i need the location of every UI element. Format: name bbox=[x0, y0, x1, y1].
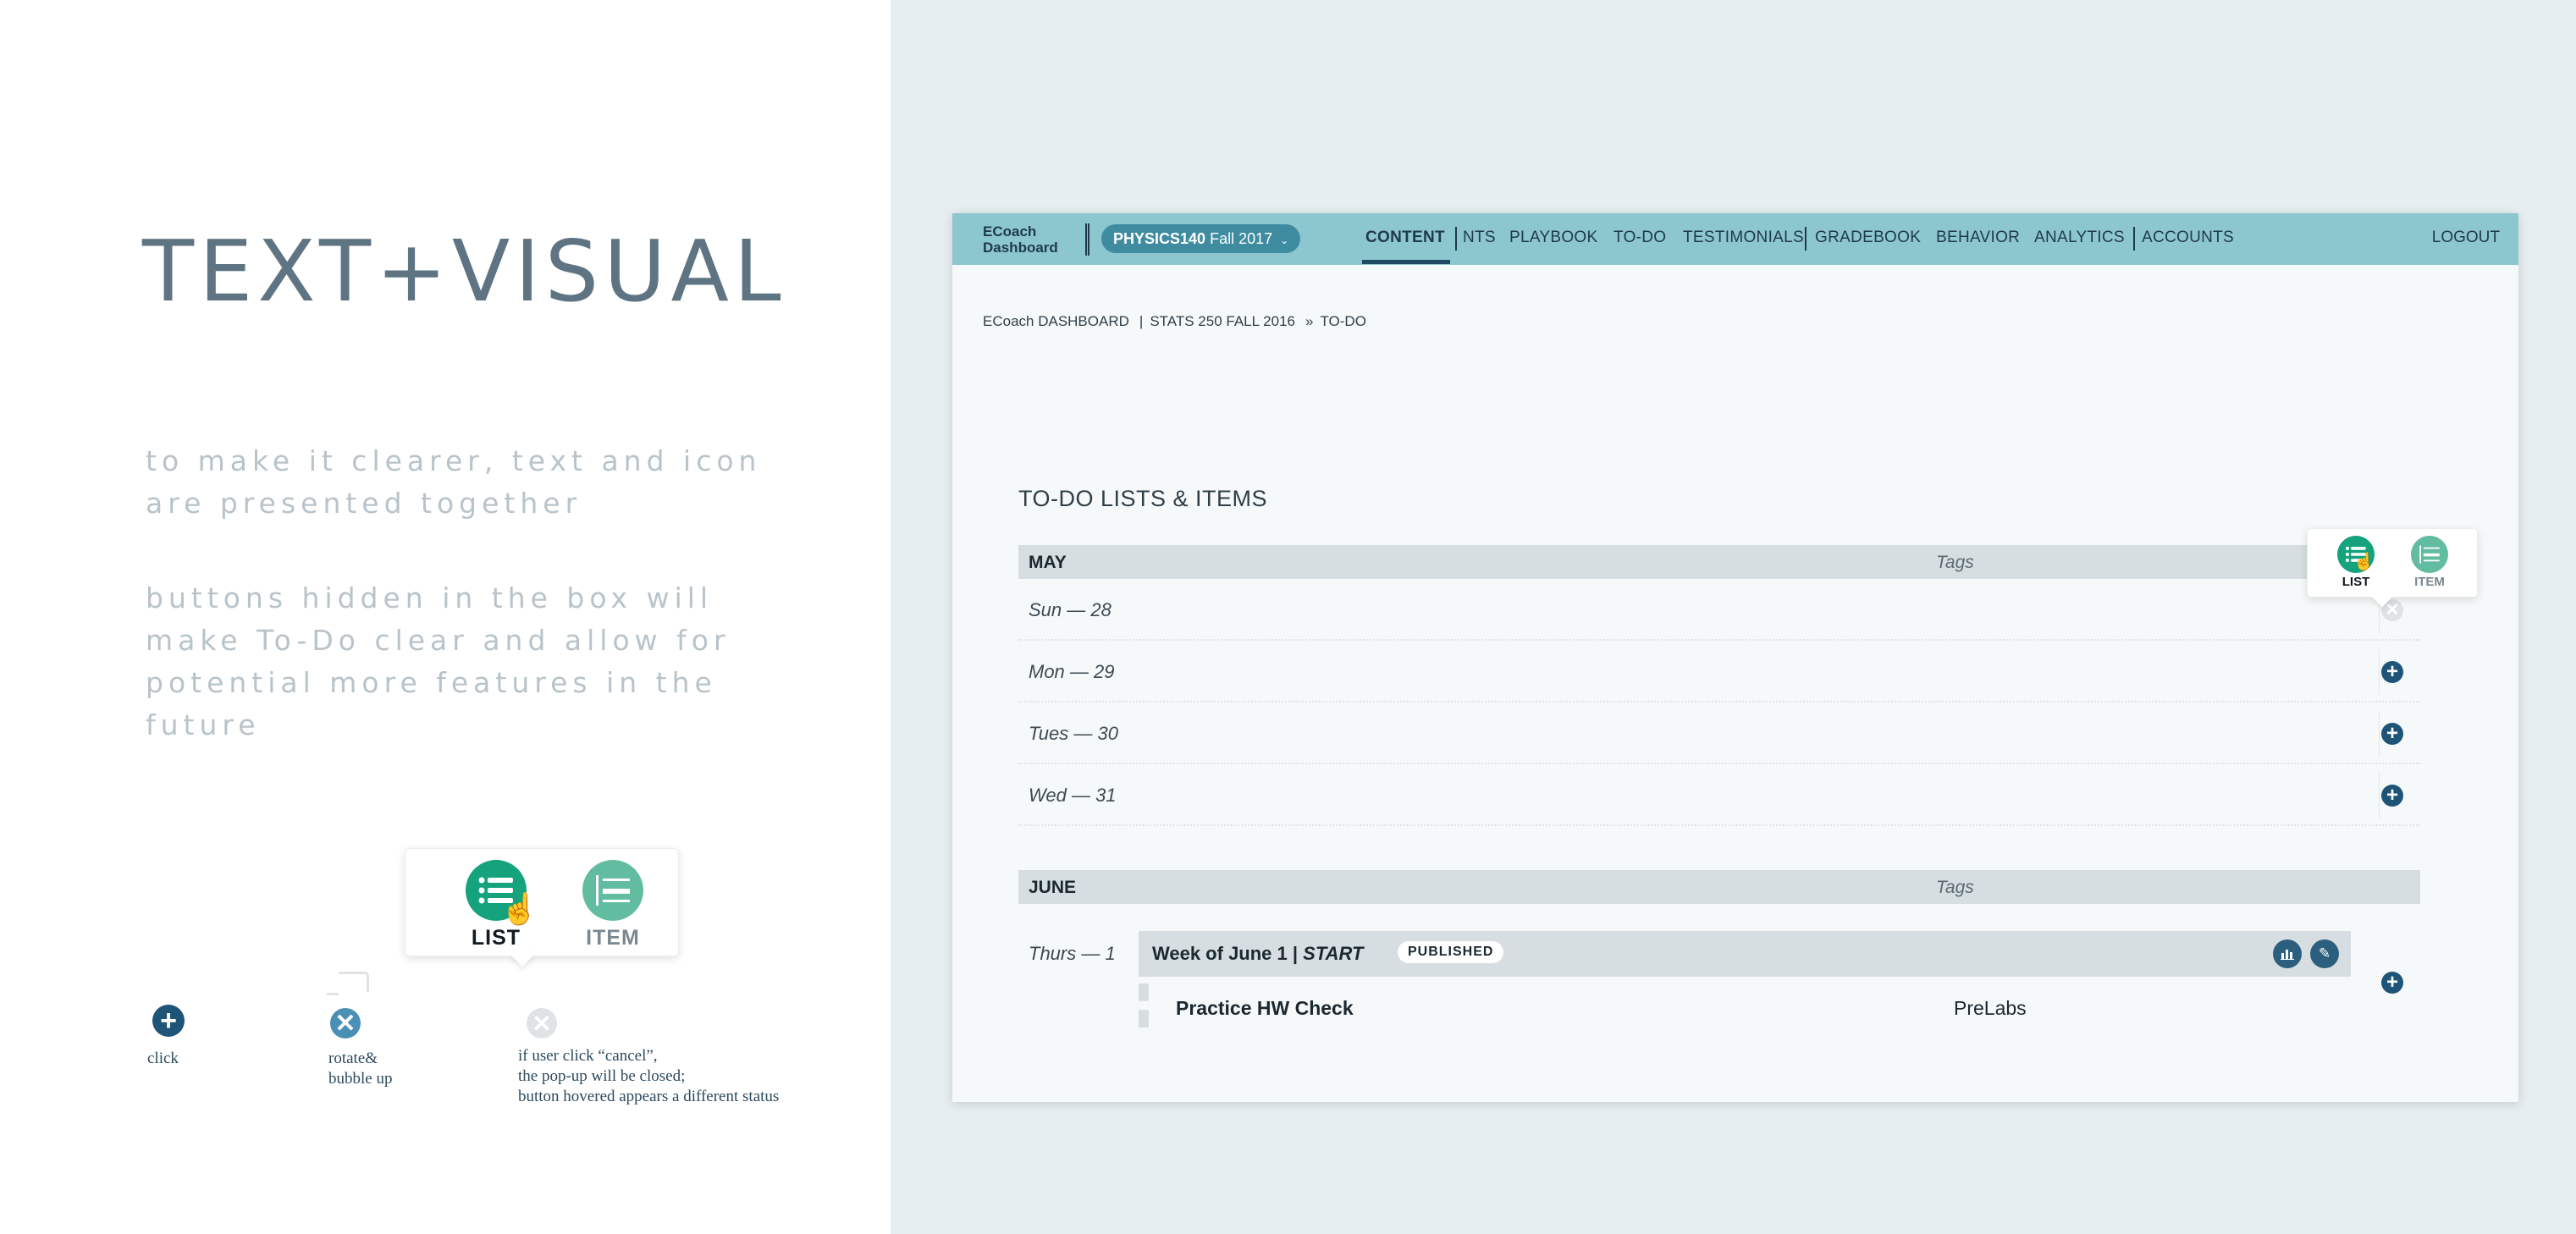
rotate-add-icon: ✕ bbox=[330, 1008, 361, 1038]
nav-divider bbox=[1455, 227, 1457, 251]
step-click-label: click bbox=[147, 1049, 179, 1067]
hand-cursor-icon: ☝ bbox=[500, 891, 538, 926]
brand-line2: Dashboard bbox=[983, 240, 1058, 256]
hand-cursor-icon: ☝ bbox=[2353, 553, 2375, 571]
course-term: Fall 2017 bbox=[1210, 230, 1273, 247]
day-row: Sun — 28 ✕ bbox=[1018, 579, 2420, 641]
list-label: LIST bbox=[471, 926, 521, 950]
annotation-panel: TEXT+VISUAL to make it clearer, text and… bbox=[0, 0, 891, 1234]
day-row: Tues — 30 + bbox=[1018, 702, 2420, 764]
list-item-title[interactable]: Practice HW Check bbox=[1176, 997, 1354, 1020]
cancel-icon: ✕ bbox=[527, 1008, 557, 1038]
step-cancel-line3: button hovered appears a different statu… bbox=[518, 1088, 780, 1105]
day-label: Wed — 31 bbox=[1029, 785, 1117, 806]
note-text-icon: to make it clearer, text and icon are pr… bbox=[146, 444, 762, 520]
step-rotate-line2: bubble up bbox=[328, 1070, 393, 1088]
breadcrumb-home[interactable]: ECoach DASHBOARD bbox=[983, 313, 1129, 329]
brand-divider bbox=[1085, 223, 1089, 256]
hero-title: TEXT+VISUAL bbox=[142, 222, 786, 321]
nav-todo[interactable]: TO-DO bbox=[1613, 229, 1666, 247]
add-button[interactable]: + bbox=[2381, 661, 2403, 683]
month-name: JUNE bbox=[1029, 878, 1077, 897]
tags-header: Tags bbox=[1936, 878, 1974, 897]
breadcrumb: ECoach DASHBOARD | STATS 250 FALL 2016 » TO-… bbox=[983, 313, 1370, 330]
nav-accounts[interactable]: ACCOUNTS bbox=[2142, 229, 2234, 247]
step-cancel-line2: the pop-up will be closed; bbox=[518, 1067, 686, 1085]
step-cancel-line1: if user click “cancel”, bbox=[518, 1047, 658, 1065]
day-label: Tues — 30 bbox=[1029, 723, 1118, 744]
row-divider bbox=[2379, 649, 2380, 695]
nav-divider bbox=[2133, 227, 2135, 251]
add-button[interactable]: + bbox=[2381, 972, 2403, 994]
course-selector[interactable]: PHYSICS140 Fall 2017 ⌄ bbox=[1101, 224, 1301, 253]
breadcrumb-separator: | bbox=[1139, 313, 1144, 329]
item-icon bbox=[582, 860, 643, 921]
active-tab-indicator bbox=[1362, 260, 1450, 264]
list-label: LIST bbox=[2342, 575, 2370, 589]
ecoach-dashboard-window: ECoach Dashboard PHYSICS140 Fall 2017 ⌄ … bbox=[952, 213, 2518, 1102]
breadcrumb-course[interactable]: STATS 250 FALL 2016 bbox=[1150, 313, 1295, 329]
todo-list-card[interactable]: Week of June 1 | START PUBLISHED ✎ bbox=[1139, 931, 2351, 977]
month-name: MAY bbox=[1029, 553, 1067, 572]
item-icon bbox=[2411, 536, 2448, 573]
page-title: TO-DO LISTS & ITEMS bbox=[1018, 486, 1268, 511]
list-title-emphasis: START bbox=[1303, 943, 1364, 964]
top-navbar: ECoach Dashboard PHYSICS140 Fall 2017 ⌄ … bbox=[952, 213, 2518, 265]
breadcrumb-current: TO-DO bbox=[1320, 313, 1366, 329]
add-button[interactable]: + bbox=[2381, 723, 2403, 745]
row-divider bbox=[2379, 711, 2380, 757]
list-title-text: Week of June 1 | bbox=[1152, 943, 1304, 964]
day-label: Mon — 29 bbox=[1029, 661, 1115, 682]
add-item-option[interactable]: ITEM bbox=[2404, 536, 2455, 589]
list-title: Week of June 1 | START bbox=[1152, 943, 1363, 965]
status-badge: PUBLISHED bbox=[1398, 941, 1504, 963]
chevron-down-icon: ⌄ bbox=[1280, 234, 1289, 246]
note-hidden-buttons: buttons hidden in the box will make To-D… bbox=[146, 581, 731, 741]
day-label: Sun — 28 bbox=[1029, 599, 1111, 620]
nav-testimonials[interactable]: TESTIMONIALS bbox=[1683, 229, 1804, 247]
add-popup: LIST ☝ ITEM bbox=[2307, 528, 2478, 608]
breadcrumb-separator: » bbox=[1305, 313, 1314, 329]
step-cancel-label: if user click “cancel”, the pop-up will … bbox=[518, 1046, 779, 1107]
nav-playbook[interactable]: PLAYBOOK bbox=[1509, 229, 1597, 247]
row-divider bbox=[2379, 773, 2380, 818]
nav-divider bbox=[1805, 227, 1807, 251]
demo-add-popup: LIST ☝ ITEM bbox=[405, 848, 679, 967]
pencil-icon[interactable]: ✎ bbox=[2310, 939, 2339, 968]
nav-nts[interactable]: NTS bbox=[1463, 229, 1496, 247]
course-code: PHYSICS140 bbox=[1113, 230, 1206, 247]
list-item-tag: PreLabs bbox=[1954, 997, 2027, 1019]
add-button[interactable]: + bbox=[2381, 785, 2403, 807]
step-rotate-label: rotate& bubble up bbox=[328, 1049, 392, 1089]
item-label: ITEM bbox=[2414, 575, 2445, 589]
nav-gradebook[interactable]: GRADEBOOK bbox=[1815, 229, 1921, 247]
nav-content[interactable]: CONTENT bbox=[1365, 229, 1445, 247]
bubble-outline bbox=[327, 972, 369, 995]
month-header-june: JUNE Tags bbox=[1018, 870, 2420, 904]
month-header-may: MAY Tags bbox=[1018, 545, 2420, 579]
step-rotate-line1: rotate& bbox=[328, 1049, 378, 1067]
demo-item-option[interactable]: ITEM bbox=[575, 860, 651, 950]
day-label: Thurs — 1 bbox=[1029, 943, 1116, 964]
day-row: Wed — 31 + bbox=[1018, 764, 2420, 826]
brand-logo[interactable]: ECoach Dashboard bbox=[983, 223, 1058, 256]
logout-link[interactable]: LOGOUT bbox=[2432, 229, 2500, 247]
brand-line1: ECoach bbox=[983, 223, 1037, 240]
nav-behavior[interactable]: BEHAVIOR bbox=[1936, 229, 2020, 247]
nav-analytics[interactable]: ANALYTICS bbox=[2034, 229, 2125, 247]
bar-chart-icon[interactable] bbox=[2273, 939, 2302, 968]
add-icon: + bbox=[152, 1005, 185, 1037]
day-row: Mon — 29 + bbox=[1018, 641, 2420, 702]
card-rail bbox=[1139, 983, 1149, 1027]
tags-header: Tags bbox=[1936, 553, 1974, 572]
item-label: ITEM bbox=[586, 926, 640, 950]
